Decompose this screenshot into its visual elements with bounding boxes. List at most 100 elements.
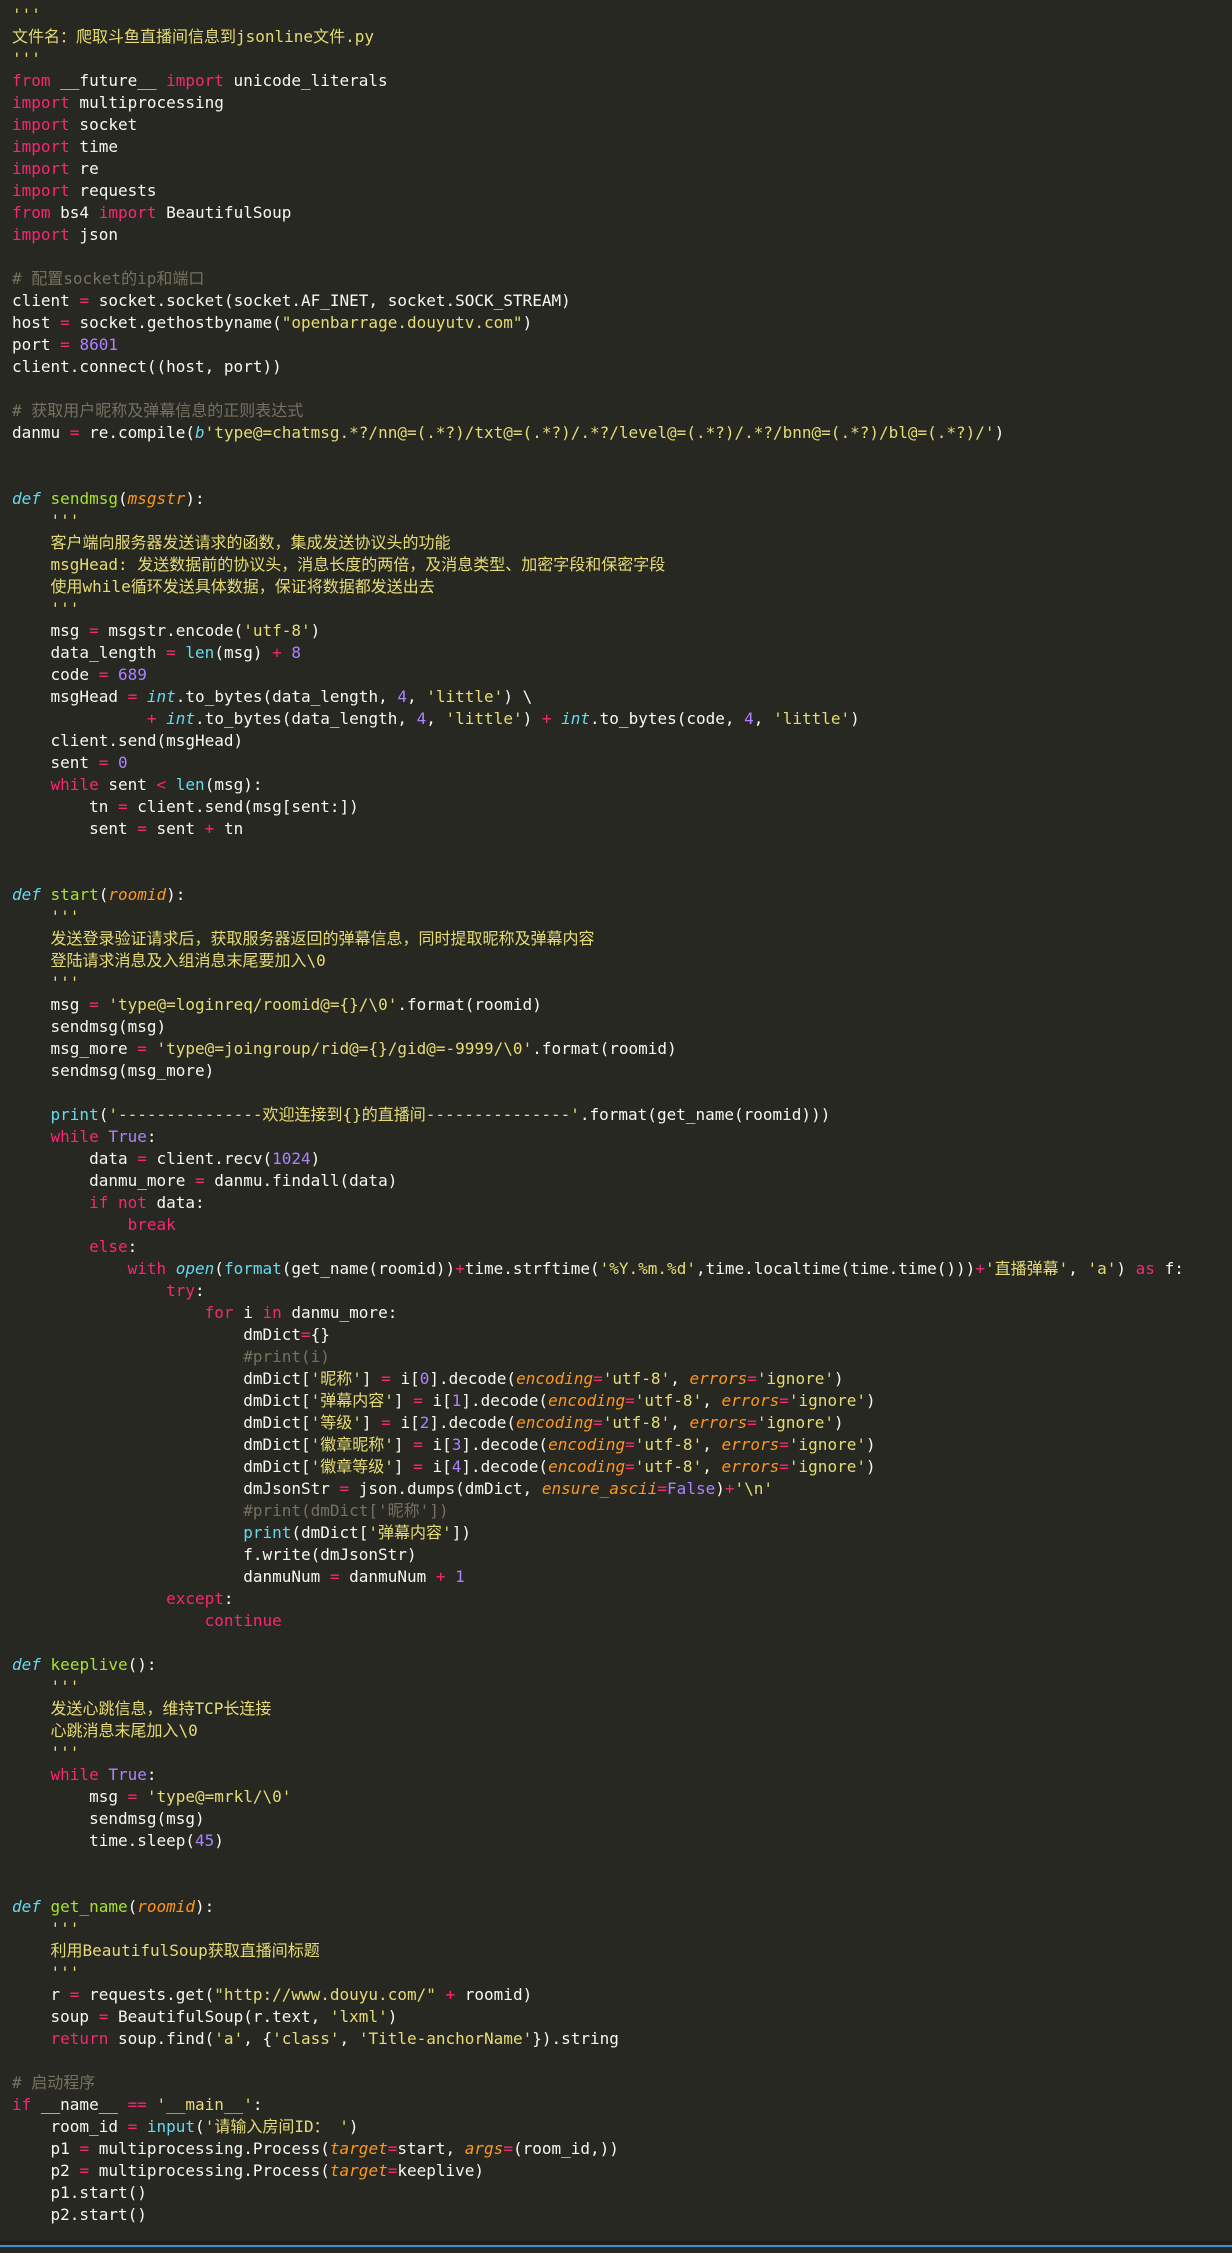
code-token-param: encoding <box>548 1391 626 1410</box>
code-line: f.write(dmJsonStr) <box>12 1544 1184 1566</box>
code-line: time.sleep(45) <box>12 1830 1184 1852</box>
code-token-string: 'a' <box>214 2029 244 2048</box>
code-token-string: 'class' <box>272 2029 340 2048</box>
code-token-operator: = <box>127 1787 138 1806</box>
code-token-operator: = <box>137 1149 147 1168</box>
code-token-def: def <box>12 1655 41 1674</box>
code-token-text: , <box>702 1391 722 1410</box>
code-token-text: , <box>406 687 427 706</box>
code-token-text: msg <box>12 995 90 1014</box>
code-token-text: ].decode( <box>461 1457 549 1476</box>
code-token-fn: start <box>50 885 99 904</box>
code-line: sendmsg(msg) <box>12 1808 1184 1830</box>
code-token-string: '---------------欢迎连接到{}的直播间-------------… <box>108 1105 580 1124</box>
code-token-string: 'ignore' <box>756 1369 834 1388</box>
code-token-text: : <box>252 2095 263 2114</box>
code-line: import re <box>12 158 1184 180</box>
code-token-text: host <box>12 313 61 332</box>
code-token-text: data <box>12 1149 138 1168</box>
code-token-keyword: return <box>50 2029 109 2048</box>
code-token-text: data_length <box>12 643 167 662</box>
code-token-operator: = <box>166 643 176 662</box>
code-line: p1.start() <box>12 2182 1184 2204</box>
code-token-text: time.sleep( <box>12 1831 196 1850</box>
code-token-operator: = <box>387 2139 398 2158</box>
code-token-param: errors <box>689 1413 748 1432</box>
code-token-fn: sendmsg <box>50 489 118 508</box>
code-token-operator: = <box>779 1435 789 1454</box>
code-line: while sent < len(msg): <box>12 774 1184 796</box>
code-token-string: 利用BeautifulSoup获取直播间标题 <box>50 1941 320 1960</box>
code-token-string: '徽章等级' <box>310 1457 394 1476</box>
code-token-string: ''' <box>50 1743 80 1762</box>
code-line: from bs4 import BeautifulSoup <box>12 202 1184 224</box>
code-line: ''' <box>12 598 1184 620</box>
code-line: port = 8601 <box>12 334 1184 356</box>
code-line: sendmsg(msg_more) <box>12 1060 1184 1082</box>
code-token-text: : <box>146 1127 157 1146</box>
code-line: try: <box>12 1280 1184 1302</box>
code-token-text: i[ <box>390 1413 420 1432</box>
code-token-operator: = <box>625 1457 635 1476</box>
code-token-text: ,time.localtime(time.time())) <box>695 1259 976 1278</box>
code-token-string: "http://www.douyu.com/" <box>214 1985 436 2004</box>
code-token-text: ) <box>865 1435 876 1454</box>
code-token-text: dmJsonStr <box>12 1479 340 1498</box>
code-token-text: i <box>233 1303 263 1322</box>
code-token-operator: = <box>60 335 70 354</box>
code-token-text: ) <box>865 1391 876 1410</box>
code-line: room_id = input('请输入房间ID： ') <box>12 2116 1184 2138</box>
code-token-operator: = <box>300 1325 311 1344</box>
code-line: sent = 0 <box>12 752 1184 774</box>
code-token-text: dmDict[ <box>12 1413 311 1432</box>
code-token-text: danmu_more: <box>281 1303 398 1322</box>
code-line: soup = BeautifulSoup(r.text, 'lxml') <box>12 2006 1184 2028</box>
code-token-text: danmu.findall(data) <box>204 1171 398 1190</box>
code-token-param: encoding <box>548 1435 626 1454</box>
code-token-param: encoding <box>548 1457 626 1476</box>
code-token-text: port <box>12 335 61 354</box>
code-token-param: target <box>329 2161 388 2180</box>
code-token-keyword: break <box>127 1215 176 1234</box>
code-token-text: : <box>223 1589 234 1608</box>
code-token-builtin: len <box>175 775 205 794</box>
code-token-def: def <box>12 885 41 904</box>
code-token-text: : <box>146 1765 157 1784</box>
code-token-keyword: continue <box>204 1611 282 1630</box>
code-line: danmuNum = danmuNum + 1 <box>12 1566 1184 1588</box>
code-token-def: open <box>175 1259 215 1278</box>
code-line: # 获取用户昵称及弹幕信息的正则表达式 <box>12 400 1184 422</box>
code-token-operator: = <box>413 1457 423 1476</box>
code-area[interactable]: ''' 文件名：爬取斗鱼直播间信息到jsonline文件.py ''' from __… <box>12 4 1184 2226</box>
code-line: #print(i) <box>12 1346 1184 1368</box>
code-line: danmu = re.compile(b'type@=chatmsg.*?/nn… <box>12 422 1184 444</box>
code-token-text: tn <box>214 819 244 838</box>
code-token-number: 4 <box>416 709 427 728</box>
code-line: ''' <box>12 510 1184 532</box>
code-token-comment: # 启动程序 <box>12 2073 96 2092</box>
code-token-string: "openbarrage.douyutv.com" <box>281 313 523 332</box>
code-editor[interactable]: ''' 文件名：爬取斗鱼直播间信息到jsonline文件.py ''' from __… <box>0 0 1232 2247</box>
code-token-operator: = <box>89 621 99 640</box>
code-line: msg = 'type@=loginreq/roomid@={}/\0'.for… <box>12 994 1184 1016</box>
code-token-text: p1.start() <box>12 2183 147 2202</box>
code-line: dmDict['等级'] = i[2].decode(encoding='utf… <box>12 1412 1184 1434</box>
code-token-text: (msg): <box>204 775 263 794</box>
code-line: import time <box>12 136 1184 158</box>
code-token-keyword: while <box>50 1127 99 1146</box>
code-token-operator: = <box>593 1369 603 1388</box>
code-token-string: 'lxml' <box>329 2007 388 2026</box>
code-line: 使用while循环发送具体数据，保证将数据都发送出去 <box>12 576 1184 598</box>
